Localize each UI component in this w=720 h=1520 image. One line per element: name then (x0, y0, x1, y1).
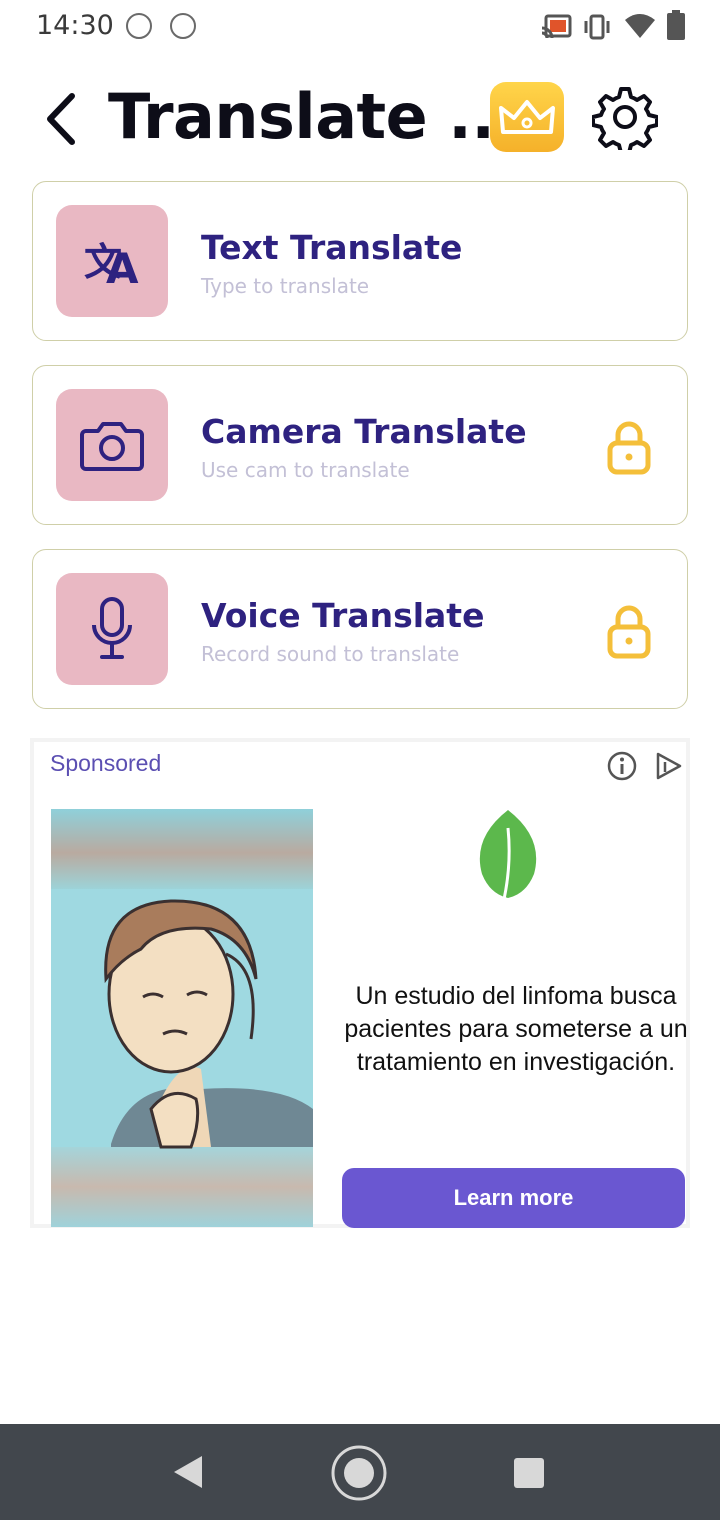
camera-translate-icon-tile (56, 389, 168, 501)
app-notification-icon (126, 13, 152, 39)
adchoices-icon[interactable] (652, 750, 686, 782)
camera-translate-card[interactable]: Camera Translate Use cam to translate (32, 365, 688, 525)
ad-sponsored-label: Sponsored (50, 750, 162, 776)
status-time: 14:30 (36, 10, 114, 41)
ad-content: Sponsored Un estudio del linfoma busca p… (34, 742, 688, 1228)
app-notification-icon (170, 13, 196, 39)
page-title: Translate ... (108, 80, 518, 153)
learn-more-button[interactable]: Learn more (342, 1168, 685, 1228)
microphone-icon (92, 597, 132, 659)
card-subtitle: Record sound to translate (201, 642, 460, 666)
text-translate-card[interactable]: 文 A Text Translate Type to translate (32, 181, 688, 341)
settings-button[interactable] (591, 84, 659, 155)
card-subtitle: Type to translate (201, 274, 370, 298)
crown-icon (499, 100, 555, 134)
lock-icon (607, 605, 651, 659)
ad-body-text: Un estudio del linfoma busca pacientes p… (344, 982, 688, 1076)
card-title: Voice Translate (201, 596, 485, 635)
svg-text:A: A (106, 244, 139, 293)
nav-home-icon[interactable] (330, 1444, 388, 1502)
premium-button[interactable] (490, 82, 564, 152)
translate-icon: 文 A (84, 240, 139, 293)
voice-translate-card[interactable]: Voice Translate Record sound to translat… (32, 549, 688, 709)
ad-image[interactable] (51, 809, 313, 1227)
cast-icon (541, 14, 572, 39)
leaf-icon (479, 810, 537, 909)
battery-icon (667, 10, 685, 40)
nav-recents-icon[interactable] (512, 1456, 546, 1490)
sponsored-ad[interactable]: Sponsored Un estudio del linfoma busca p… (30, 738, 690, 1228)
gear-icon (591, 87, 659, 155)
camera-icon (80, 422, 144, 471)
lock-icon (607, 421, 651, 475)
card-title: Camera Translate (201, 412, 527, 451)
vibrate-icon (584, 14, 610, 40)
back-button[interactable] (36, 84, 92, 154)
card-subtitle: Use cam to translate (201, 458, 410, 482)
nav-back-icon[interactable] (168, 1454, 208, 1490)
system-nav-bar (0, 1424, 720, 1520)
wifi-icon (625, 14, 655, 38)
back-arrow-icon (47, 93, 75, 145)
status-bar: 14:30 (0, 0, 720, 56)
card-title: Text Translate (201, 228, 463, 267)
text-translate-icon-tile: 文 A (56, 205, 168, 317)
info-icon[interactable] (606, 750, 638, 782)
voice-translate-icon-tile (56, 573, 168, 685)
